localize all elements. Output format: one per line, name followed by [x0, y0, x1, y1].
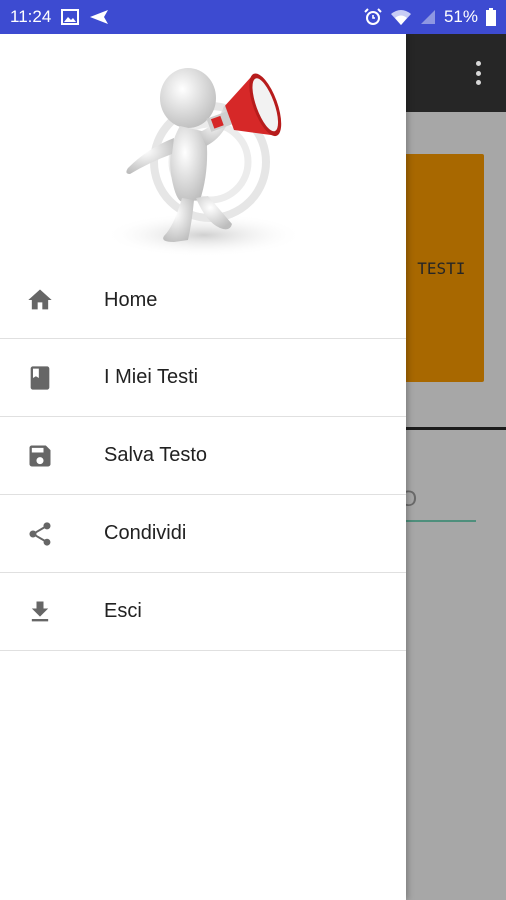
alarm-icon — [364, 8, 382, 26]
texts-card-label: I TESTI — [398, 259, 466, 278]
wifi-icon — [390, 8, 412, 26]
menu-item-save-text[interactable]: Salva Testo — [0, 417, 406, 495]
menu-item-label: Condividi — [104, 522, 187, 544]
menu-item-exit[interactable]: Esci — [0, 573, 406, 651]
menu-item-home[interactable]: Home — [0, 262, 406, 339]
megaphone-man-illustration — [104, 68, 304, 257]
menu-item-my-texts[interactable]: I Miei Testi — [0, 339, 406, 417]
home-icon — [0, 286, 104, 314]
battery-percent: 51% — [443, 7, 478, 26]
status-time: 11:24 — [10, 7, 52, 26]
menu-item-label: I Miei Testi — [104, 366, 199, 388]
drawer-header — [0, 34, 406, 262]
menu-item-label: Home — [104, 288, 158, 311]
drawer-menu: Home I Miei Testi Salva Testo Condividi … — [0, 262, 406, 651]
book-icon — [0, 364, 104, 392]
signal-icon — [420, 9, 436, 25]
save-icon — [0, 442, 104, 470]
image-icon — [61, 9, 80, 25]
share-icon — [0, 520, 104, 548]
status-bar: 11:24 51% — [0, 0, 506, 34]
menu-item-label: Esci — [104, 600, 142, 622]
send-icon — [89, 9, 109, 25]
menu-item-share[interactable]: Condividi — [0, 495, 406, 573]
menu-item-label: Salva Testo — [104, 444, 208, 466]
download-icon — [0, 598, 104, 626]
navigation-drawer: Home I Miei Testi Salva Testo Condividi … — [0, 34, 406, 900]
battery-icon — [486, 8, 496, 26]
overflow-menu-icon[interactable] — [468, 58, 488, 88]
